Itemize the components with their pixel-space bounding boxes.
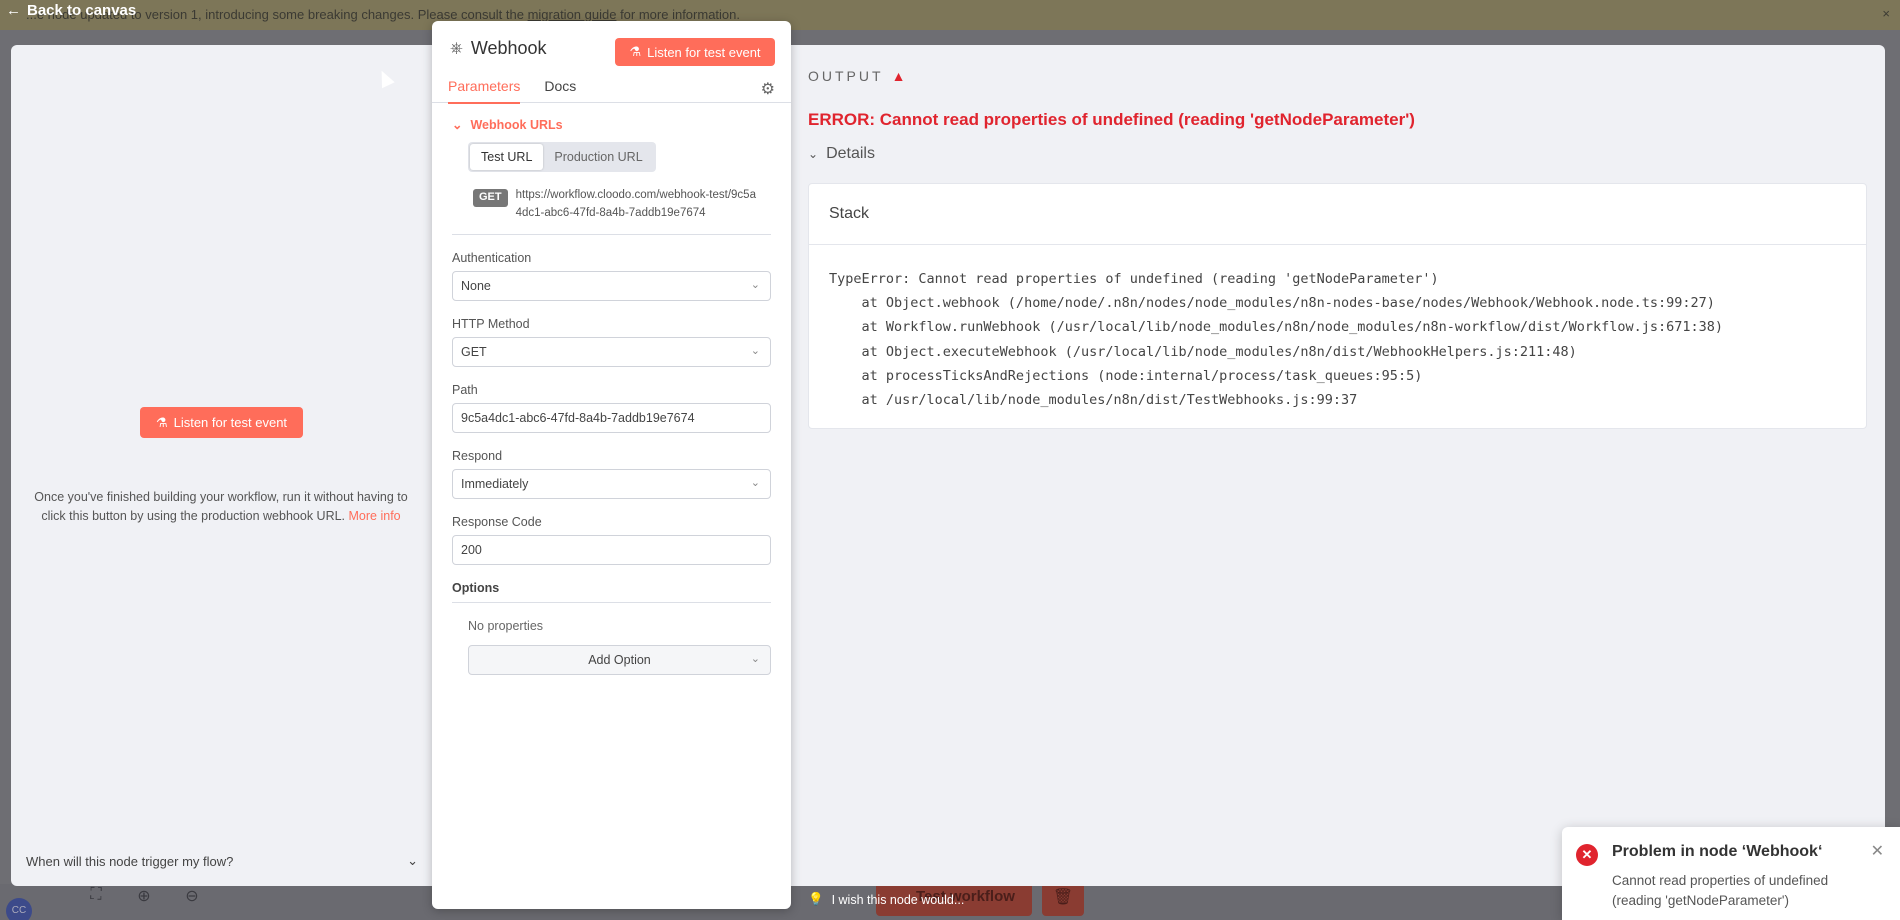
toast-body: Cannot read properties of undefined (rea…	[1612, 873, 1829, 908]
stack-line: at Object.executeWebhook (/usr/local/lib…	[829, 343, 1577, 360]
node-title-text[interactable]: Webhook	[471, 38, 547, 59]
listen-label: Listen for test event	[173, 415, 288, 430]
details-toggle[interactable]: ⌄ Details	[808, 145, 875, 163]
avatar[interactable]: CC	[6, 898, 32, 920]
method-badge: GET	[473, 189, 508, 207]
stack-line: at processTicksAndRejections (node:inter…	[829, 367, 1423, 384]
production-url-tab[interactable]: Production URL	[543, 144, 653, 170]
chevron-down-icon: ⌄	[750, 653, 760, 665]
back-to-canvas-label: Back to canvas	[27, 1, 137, 19]
flask-icon: ⚗	[155, 414, 168, 430]
url-type-toggle: Test URL Production URL	[468, 142, 656, 172]
options-label: Options	[452, 581, 771, 603]
http-method-select[interactable]: GET ⌄	[452, 337, 771, 367]
respond-select[interactable]: Immediately ⌄	[452, 469, 771, 499]
node-header: ⎈ Webhook ⚗ Listen for test event Parame…	[432, 21, 791, 104]
gear-icon[interactable]: ⚙	[761, 79, 775, 99]
stack-line: at Object.webhook (/home/node/.n8n/nodes…	[829, 295, 1715, 312]
error-message: ERROR: Cannot read properties of undefin…	[808, 110, 1415, 129]
authentication-label: Authentication	[452, 251, 532, 265]
fit-view-icon[interactable]: ⛶	[80, 886, 112, 908]
details-label: Details	[826, 145, 875, 162]
node-tabs: Parameters Docs	[448, 78, 576, 104]
response-code-label: Response Code	[452, 515, 542, 529]
more-info-link[interactable]: More info	[349, 509, 401, 523]
test-url-tab[interactable]: Test URL	[470, 144, 544, 170]
chevron-down-icon: ⌄	[750, 477, 760, 489]
authentication-select[interactable]: None ⌄	[452, 271, 771, 301]
banner-text-suffix: for more information.	[616, 7, 740, 22]
output-title-text: OUTPUT	[808, 68, 884, 84]
stack-line: at Workflow.runWebhook (/usr/local/lib/n…	[829, 319, 1724, 336]
error-toast: ✕ Problem in node ‘Webhook‘ Cannot read …	[1562, 827, 1900, 920]
add-option-button[interactable]: Add Option ⌄	[468, 645, 771, 675]
add-option-label: Add Option	[588, 653, 651, 667]
zoom-in-icon[interactable]: ⊕	[128, 886, 160, 908]
webhook-url[interactable]: https://workflow.cloodo.com/webhook-test…	[516, 186, 762, 222]
node-title: ⎈ Webhook	[450, 38, 547, 59]
webhook-urls-label: Webhook URLs	[470, 117, 563, 132]
chevron-down-icon: ⌄	[808, 147, 819, 161]
close-icon[interactable]: ✕	[1871, 841, 1884, 861]
authentication-value: None	[461, 279, 491, 293]
stack-trace: TypeError: Cannot read properties of und…	[809, 245, 1866, 412]
output-title: OUTPUT ▲	[808, 68, 905, 84]
banner-close-icon[interactable]: ×	[1882, 6, 1890, 21]
listen-test-event-button[interactable]: ⚗ Listen for test event	[615, 38, 775, 66]
chevron-down-icon: ⌄	[407, 853, 418, 868]
respond-value: Immediately	[461, 477, 529, 491]
toast-title: Problem in node ‘Webhook‘	[1612, 843, 1823, 860]
trigger-question-toggle[interactable]: When will this node trigger my flow? ⌄	[26, 853, 418, 869]
trigger-question-label: When will this node trigger my flow?	[26, 853, 234, 869]
node-settings-panel: ⎈ Webhook ⚗ Listen for test event Parame…	[432, 21, 791, 909]
no-properties-text: No properties	[468, 619, 544, 633]
webhook-urls-toggle[interactable]: ⌄ Webhook URLs	[452, 117, 771, 133]
respond-label: Respond	[452, 449, 503, 463]
listen-label: Listen for test event	[647, 44, 761, 60]
http-method-value: GET	[461, 345, 487, 359]
path-label: Path	[452, 383, 478, 397]
listen-test-event-button-left[interactable]: ⚗ Listen for test event	[140, 407, 303, 438]
path-input[interactable]: 9c5a4dc1-abc6-47fd-8a4b-7addb19e7674	[452, 403, 771, 433]
flask-icon: ⚗	[629, 44, 642, 59]
migration-guide-link[interactable]: migration guide	[528, 7, 617, 22]
webhook-icon: ⎈	[450, 39, 463, 57]
webhook-url-row: GET https://workflow.cloodo.com/webhook-…	[473, 186, 771, 222]
feedback-label: I wish this node would...	[831, 892, 965, 907]
response-code-input[interactable]: 200	[452, 535, 771, 565]
divider	[452, 234, 771, 235]
chevron-down-icon: ⌄	[750, 279, 760, 291]
response-code-value: 200	[461, 543, 482, 557]
left-help-text: Once you've finished building your workf…	[25, 488, 417, 526]
chevron-down-icon: ⌄	[452, 118, 463, 132]
stack-box: Stack TypeError: Cannot read properties …	[808, 183, 1867, 429]
zoom-out-icon[interactable]: ⊖	[176, 886, 208, 908]
stack-header: Stack	[809, 184, 1866, 245]
tab-parameters[interactable]: Parameters	[448, 78, 521, 104]
feedback-link[interactable]: 💡 I wish this node would...	[808, 892, 964, 907]
chevron-down-icon: ⌄	[750, 345, 760, 357]
input-panel	[11, 45, 432, 886]
arrow-left-icon: ←	[6, 1, 21, 19]
warning-icon: ▲	[891, 68, 906, 84]
tab-docs[interactable]: Docs	[544, 78, 576, 104]
http-method-label: HTTP Method	[452, 317, 530, 331]
background-banner: ...e node updated to version 1, introduc…	[0, 0, 1900, 30]
stack-line: at /usr/local/lib/node_modules/n8n/dist/…	[829, 392, 1358, 409]
back-to-canvas-link[interactable]: ← Back to canvas	[6, 0, 136, 20]
path-value: 9c5a4dc1-abc6-47fd-8a4b-7addb19e7674	[461, 411, 695, 425]
stack-line: TypeError: Cannot read properties of und…	[829, 271, 1439, 287]
parameters-body: ⌄ Webhook URLs Test URL Production URL G…	[432, 117, 791, 675]
lightbulb-icon: 💡	[808, 892, 824, 906]
error-icon: ✕	[1576, 844, 1598, 866]
